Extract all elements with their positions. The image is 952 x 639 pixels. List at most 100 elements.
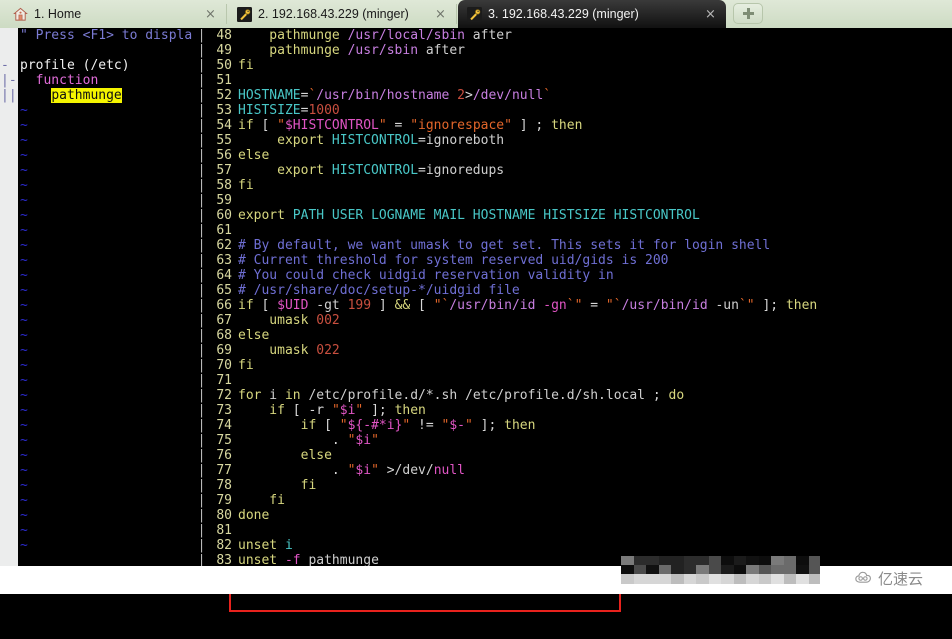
editor-line[interactable]: 64 # You could check uidgid reservation v… — [206, 268, 952, 283]
editor-line[interactable]: 61 — [206, 223, 952, 238]
editor-line[interactable]: 78 fi — [206, 478, 952, 493]
taglist-tag-pathmunge[interactable]: pathmunge — [18, 88, 197, 103]
split-bar-glyph: | — [197, 283, 206, 298]
tab-label: 1. Home — [34, 7, 82, 21]
code-token: -gn — [543, 298, 567, 313]
split-bar-glyph: | — [197, 373, 206, 388]
editor-line[interactable]: 82 unset i — [206, 538, 952, 553]
editor-line[interactable]: 48 pathmunge /usr/local/sbin after — [206, 28, 952, 43]
editor-line[interactable]: 52 HOSTNAME=`/usr/bin/hostname 2>/dev/nul… — [206, 88, 952, 103]
close-icon[interactable]: × — [204, 8, 217, 21]
new-tab-button[interactable] — [733, 3, 763, 24]
fold-marker — [0, 208, 18, 223]
redacted-region — [621, 556, 820, 590]
empty-line-marker: ~ — [20, 283, 28, 298]
editor-line[interactable]: 80 done — [206, 508, 952, 523]
code-token: ]; — [363, 403, 395, 418]
line-number: 54 — [216, 118, 232, 133]
fold-marker: |- — [1, 73, 17, 88]
editor-line[interactable]: 76 else — [206, 448, 952, 463]
fold-marker — [0, 448, 18, 463]
split-bar-glyph: | — [197, 343, 206, 358]
editor-line[interactable]: 57 export HISTCONTROL=ignoredups — [206, 163, 952, 178]
fold-marker — [0, 253, 18, 268]
editor-line[interactable]: 77 . "$i" >/dev/null — [206, 463, 952, 478]
editor-line[interactable]: 62 # By default, we want umask to get set… — [206, 238, 952, 253]
mosaic-block — [708, 574, 722, 584]
editor-line[interactable]: 55 export HISTCONTROL=ignoreboth — [206, 133, 952, 148]
close-icon[interactable]: × — [434, 8, 447, 21]
code-token: $i — [355, 433, 372, 448]
empty-line-marker: ~ — [20, 328, 28, 343]
editor-line[interactable]: 75 . "$i" — [206, 433, 952, 448]
tab-session-3[interactable]: 3. 192.168.43.229 (minger) × — [458, 0, 726, 28]
empty-line-marker: ~ — [20, 493, 28, 508]
code-token: "` — [605, 298, 622, 313]
fold-marker — [0, 118, 18, 133]
line-number: 70 — [216, 358, 232, 373]
close-icon[interactable]: × — [704, 8, 717, 21]
fold-marker — [0, 298, 18, 313]
editor-line[interactable]: 49 pathmunge /usr/sbin after — [206, 43, 952, 58]
code-token: fi — [238, 58, 254, 73]
editor-line[interactable]: 79 fi — [206, 493, 952, 508]
mosaic-block — [758, 574, 772, 584]
editor-line[interactable]: 67 umask 002 — [206, 313, 952, 328]
fold-marker — [0, 538, 18, 553]
editor-line[interactable]: 51 — [206, 73, 952, 88]
editor-line[interactable]: 50 fi — [206, 58, 952, 73]
tab-home[interactable]: 1. Home × — [4, 0, 226, 28]
editor-line[interactable]: 71 — [206, 373, 952, 388]
editor-line[interactable]: 65 # /usr/share/doc/setup-*/uidgid file — [206, 283, 952, 298]
line-number: 82 — [216, 538, 232, 553]
watermark-text: 亿速云 — [878, 570, 924, 588]
editor-line[interactable]: 56 else — [206, 148, 952, 163]
code-token: $i — [355, 463, 372, 478]
fold-marker — [0, 238, 18, 253]
editor-line[interactable]: 68 else — [206, 328, 952, 343]
editor-line[interactable]: 70 fi — [206, 358, 952, 373]
editor-line[interactable]: 66 if [ $UID -gt 199 ] && [ "`/usr/bin/id… — [206, 298, 952, 313]
editor-line[interactable]: 60 export PATH USER LOGNAME MAIL HOSTNAME… — [206, 208, 952, 223]
editor-line[interactable]: 72 for i in /etc/profile.d/*.sh /etc/prof… — [206, 388, 952, 403]
editor-line[interactable]: 58 fi — [206, 178, 952, 193]
empty-line-marker: ~ — [20, 253, 28, 268]
split-bar-glyph: | — [197, 118, 206, 133]
fold-marker — [0, 193, 18, 208]
code-token: [ — [410, 298, 434, 313]
editor-line[interactable]: 53 HISTSIZE=1000 — [206, 103, 952, 118]
line-number: 67 — [216, 313, 232, 328]
fold-marker — [0, 283, 18, 298]
line-number: 57 — [216, 163, 232, 178]
taglist-help-hint: " Press <F1> to displa — [20, 28, 193, 43]
code-token: $HISTCONTROL — [284, 118, 379, 133]
editor-line[interactable]: 73 if [ -r "$i" ]; then — [206, 403, 952, 418]
line-number: 65 — [216, 283, 232, 298]
code-token: != — [410, 418, 442, 433]
mosaic-block — [808, 574, 820, 584]
taglist-pane[interactable]: " Press <F1> to displa profile (/etc) fu… — [18, 28, 197, 579]
code-token: "ignorespace" — [410, 118, 512, 133]
fold-marker — [0, 163, 18, 178]
fold-marker — [0, 478, 18, 493]
split-bar-glyph: | — [197, 58, 206, 73]
tab-session-2[interactable]: 2. 192.168.43.229 (minger) × — [228, 0, 456, 28]
code-token: `" — [738, 298, 755, 313]
editor-line[interactable]: 74 if [ "${-#*i}" != "$-" ]; then — [206, 418, 952, 433]
editor-line[interactable]: 59 — [206, 193, 952, 208]
taglist-file-entry[interactable]: profile (/etc) — [18, 58, 197, 73]
editor-pane[interactable]: 48 pathmunge /usr/local/sbin after 49 pat… — [206, 28, 952, 579]
mosaic-block — [796, 574, 809, 584]
code-token: HISTCONTROL — [331, 163, 419, 178]
line-number: 71 — [216, 373, 232, 388]
tab-bar: 1. Home × 2. 192.168.43.229 (minger) × 3… — [0, 0, 952, 28]
line-number: 73 — [216, 403, 232, 418]
code-token: pathmunge — [238, 28, 348, 43]
editor-line[interactable]: 54 if [ "$HISTCONTROL" = "ignorespace" ] … — [206, 118, 952, 133]
code-token: 199 — [347, 298, 372, 313]
line-number: 68 — [216, 328, 232, 343]
editor-line[interactable]: 63 # Current threshold for system reserve… — [206, 253, 952, 268]
editor-line[interactable]: 81 — [206, 523, 952, 538]
code-token: 2 — [457, 88, 465, 103]
editor-line[interactable]: 69 umask 022 — [206, 343, 952, 358]
